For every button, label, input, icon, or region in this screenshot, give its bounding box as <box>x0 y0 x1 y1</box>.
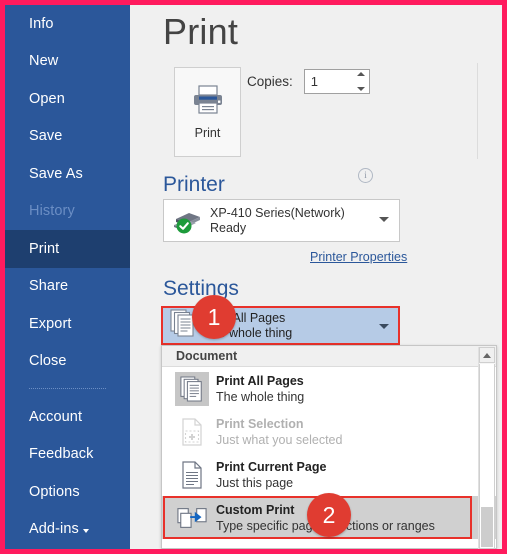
sidebar-item-share[interactable]: Share <box>5 268 130 306</box>
sidebar-item-close[interactable]: Close <box>5 343 130 381</box>
sidebar-item-export[interactable]: Export <box>5 305 130 343</box>
custom-print-icon <box>172 505 212 531</box>
dropdown-item-secondary: The whole thing <box>216 389 305 404</box>
copies-spinner-arrows[interactable] <box>356 72 365 91</box>
sidebar-divider <box>29 388 106 390</box>
print-settings-pane: Print Print Copies: 1 Printer i XP-410 S… <box>130 5 502 549</box>
copies-input[interactable]: 1 <box>305 74 318 89</box>
dropdown-item-primary: Print All Pages <box>216 373 304 388</box>
sidebar-item-label: Account <box>29 408 83 425</box>
sidebar-item-label: New <box>29 53 59 70</box>
sidebar-item-open[interactable]: Open <box>5 80 130 118</box>
step-badge-2: 2 <box>307 493 351 537</box>
all-pages-icon <box>172 371 212 406</box>
scrollbar-thumb[interactable] <box>481 507 493 547</box>
copies-control: Copies: 1 <box>247 69 370 94</box>
selected-icon-chip <box>175 371 209 406</box>
sidebar-item-label: Info <box>29 15 54 32</box>
sidebar-item-label: Feedback <box>29 446 94 463</box>
sidebar-item-label: Add-ins <box>29 521 79 538</box>
sidebar-item-label: Close <box>29 353 67 370</box>
dropdown-item-text: Print All Pages The whole thing <box>216 373 304 405</box>
sidebar-item-label: History <box>29 203 75 220</box>
printer-status: Ready <box>210 220 247 235</box>
printer-section-heading: Printer <box>163 173 225 196</box>
dropdown-item-text: Print Current Page Just this page <box>216 459 326 491</box>
sidebar-item-info[interactable]: Info <box>5 5 130 43</box>
selection-icon <box>172 417 212 446</box>
scroll-up-button[interactable] <box>479 347 495 363</box>
sidebar-item-label: Export <box>29 315 72 332</box>
sidebar-item-save[interactable]: Save <box>5 118 130 156</box>
dropdown-item-text: Print Selection Just what you selected <box>216 416 342 448</box>
spinner-up-icon[interactable] <box>356 72 365 76</box>
printer-name: XP-410 Series(Network) <box>210 205 345 220</box>
sidebar-item-history: History <box>5 193 130 231</box>
sidebar-item-account[interactable]: Account <box>5 398 130 436</box>
backstage-sidebar: Info New Open Save Save As History Print… <box>5 5 130 549</box>
print-button-label: Print <box>194 125 221 140</box>
scrollbar-track[interactable] <box>479 364 495 549</box>
dropdown-item-primary: Print Current Page <box>216 459 327 474</box>
network-printer-icon <box>172 208 202 234</box>
dropdown-group-header: Document <box>162 346 496 367</box>
printer-info: XP-410 Series(Network) Ready <box>210 206 345 236</box>
settings-section-heading: Settings <box>163 277 239 300</box>
sidebar-item-label: Print <box>29 240 60 257</box>
copies-stepper[interactable]: 1 <box>303 69 370 94</box>
sidebar-item-feedback[interactable]: Feedback <box>5 436 130 474</box>
printer-properties-link[interactable]: Printer Properties <box>310 250 407 264</box>
sidebar-item-options[interactable]: Options <box>5 473 130 511</box>
current-page-icon <box>172 460 212 489</box>
sidebar-item-save-as[interactable]: Save As <box>5 155 130 193</box>
step-badge-1: 1 <box>192 295 236 339</box>
print-button[interactable]: Print <box>174 67 241 157</box>
dropdown-item-print-selection: Print Selection Just what you selected <box>162 410 496 453</box>
print-backstage-window: Info New Open Save Save As History Print… <box>5 5 502 549</box>
printer-select[interactable]: XP-410 Series(Network) Ready <box>163 199 400 242</box>
page-title: Print <box>163 11 239 52</box>
sidebar-item-label: Options <box>29 483 80 500</box>
dropdown-item-primary: Print Selection <box>216 416 304 431</box>
dropdown-item-print-current-page[interactable]: Print Current Page Just this page <box>162 453 496 496</box>
sidebar-item-label: Share <box>29 278 69 295</box>
spinner-down-icon[interactable] <box>356 87 365 91</box>
dropdown-item-secondary: Just this page <box>216 475 294 490</box>
sidebar-item-add-ins[interactable]: Add-ins <box>5 511 130 549</box>
vertical-divider <box>477 63 478 159</box>
printer-icon <box>191 84 225 120</box>
sidebar-item-label: Save As <box>29 165 83 182</box>
sidebar-item-label: Open <box>29 90 65 107</box>
chevron-down-icon[interactable] <box>379 217 389 222</box>
info-icon[interactable]: i <box>358 168 373 183</box>
sidebar-item-print[interactable]: Print <box>5 230 130 268</box>
dropdown-item-secondary: Just what you selected <box>216 432 343 447</box>
dropdown-scrollbar[interactable] <box>478 347 495 549</box>
caret-up-icon <box>483 352 491 358</box>
copies-label: Copies: <box>247 74 293 89</box>
chevron-down-icon[interactable] <box>379 324 389 329</box>
dropdown-item-print-all-pages[interactable]: Print All Pages The whole thing <box>162 367 496 410</box>
sidebar-item-new[interactable]: New <box>5 43 130 81</box>
sidebar-item-label: Save <box>29 128 63 145</box>
chevron-down-icon <box>82 529 89 534</box>
